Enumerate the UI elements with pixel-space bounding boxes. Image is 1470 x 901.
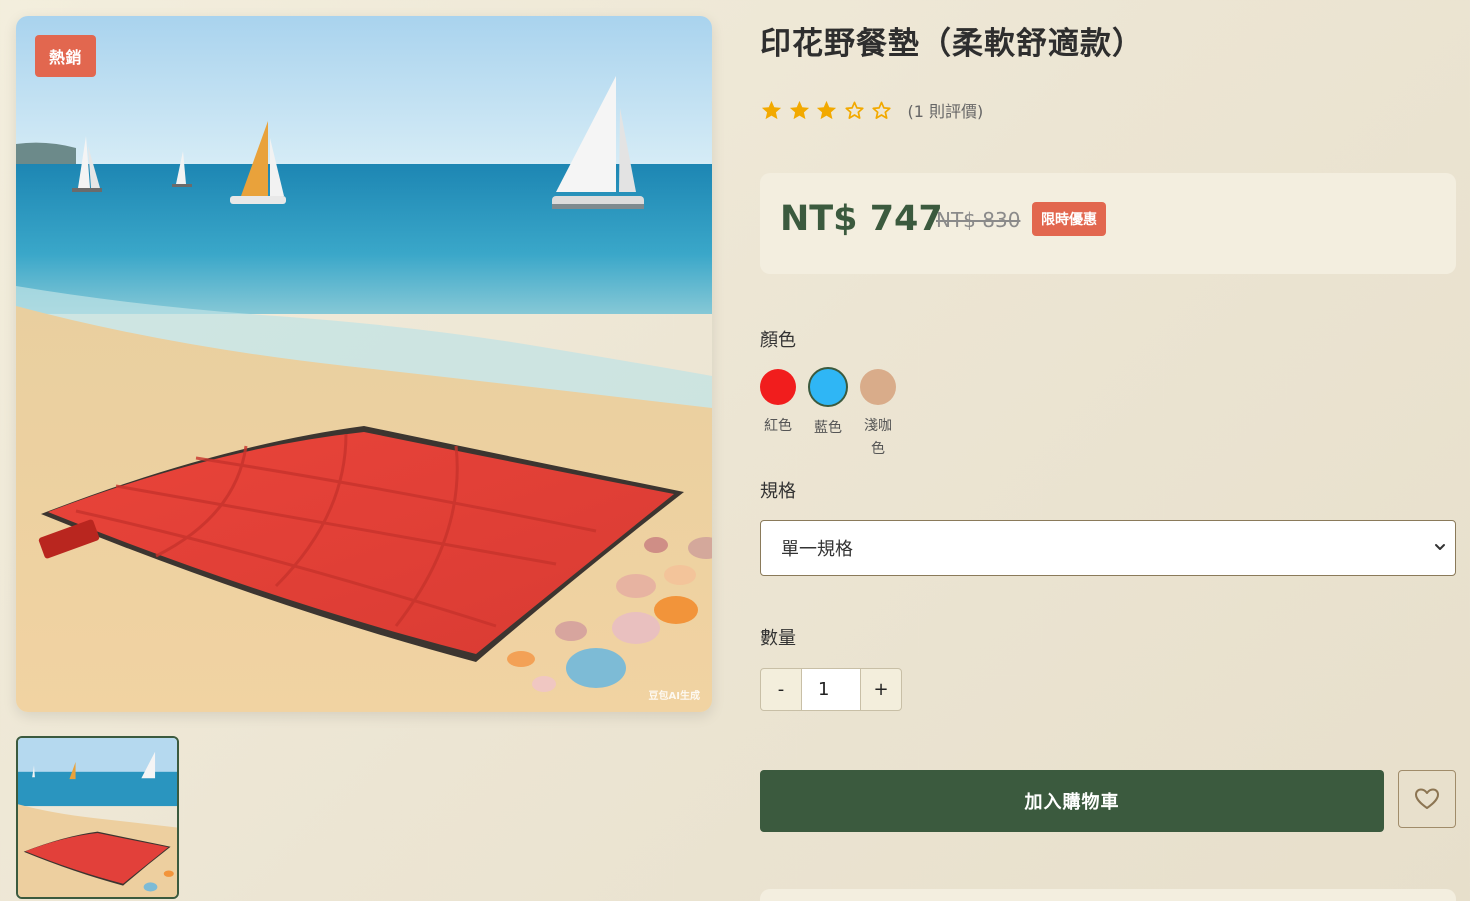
color-name: 藍色: [814, 420, 842, 436]
promo-badge: 限時優惠: [1032, 202, 1106, 236]
beach-picnic-mat-photo: [16, 16, 712, 712]
original-price: NT$ 830: [936, 208, 1021, 232]
info-panel: [760, 889, 1456, 901]
increase-button[interactable]: +: [860, 668, 902, 711]
color-swatch[interactable]: [860, 369, 896, 405]
current-price: NT$ 747: [780, 199, 943, 239]
rating-row: (1 則評價): [760, 98, 983, 122]
quantity-label: 數量: [760, 628, 796, 649]
color-name: 淺咖色: [864, 418, 892, 457]
color-option-red[interactable]: 紅色: [760, 369, 796, 461]
product-title: 印花野餐墊（柔軟舒適款）: [760, 26, 1144, 62]
color-name: 紅色: [764, 418, 792, 434]
spec-select[interactable]: 單一規格: [760, 520, 1456, 576]
star-outline-icon: [870, 99, 893, 122]
review-count[interactable]: (1 則評價): [908, 98, 984, 122]
color-option-blue[interactable]: 藍色: [808, 367, 848, 461]
star-outline-icon: [843, 99, 866, 122]
price-box: NT$ 747 NT$ 830 限時優惠: [760, 173, 1456, 274]
ai-watermark: 豆包AI生成: [648, 691, 700, 702]
star-icon: [760, 99, 783, 122]
thumbnail-image[interactable]: [16, 736, 179, 899]
color-label: 顏色: [760, 330, 796, 351]
main-product-image[interactable]: 熱銷 豆包AI生成: [16, 16, 712, 712]
chevron-down-icon: [1435, 544, 1445, 550]
color-swatch-selected[interactable]: [808, 367, 848, 407]
star-icon: [788, 99, 811, 122]
color-option-light-brown[interactable]: 淺咖色: [860, 369, 896, 461]
color-swatches: 紅色 藍色 淺咖色: [760, 367, 910, 461]
star-icon: [815, 99, 838, 122]
spec-selected-value: 單一規格: [781, 539, 853, 560]
add-to-cart-button[interactable]: 加入購物車: [760, 770, 1384, 832]
spec-label: 規格: [760, 481, 796, 502]
heart-icon: [1415, 788, 1439, 809]
hot-sale-badge: 熱銷: [35, 35, 97, 77]
decrease-button[interactable]: -: [760, 668, 802, 711]
quantity-stepper: - 1 +: [760, 668, 902, 711]
quantity-input[interactable]: 1: [802, 668, 860, 711]
color-swatch[interactable]: [760, 369, 796, 405]
wishlist-button[interactable]: [1398, 770, 1456, 828]
